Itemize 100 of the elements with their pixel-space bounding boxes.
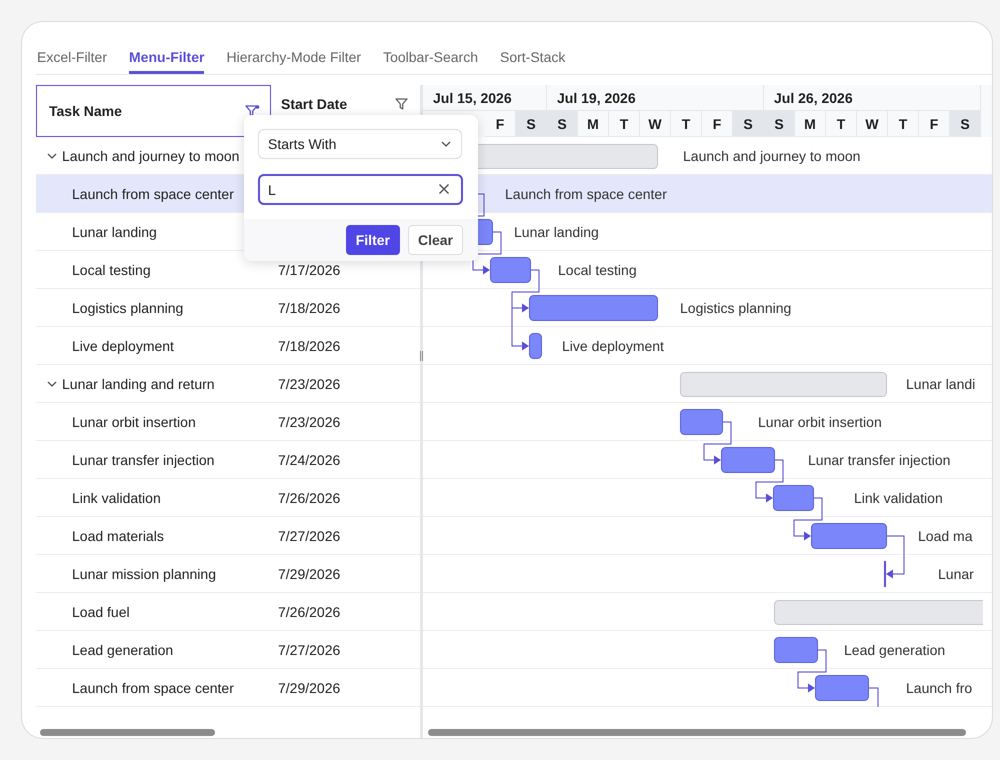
start-date: 7/18/2026 (278, 338, 340, 354)
tab[interactable]: Excel-Filter (37, 22, 108, 74)
day-label: S (774, 116, 784, 132)
day-label: F (712, 116, 722, 132)
tab[interactable]: Menu-Filter (129, 22, 204, 74)
start-date: 7/17/2026 (278, 262, 340, 278)
start-date: 7/24/2026 (278, 452, 340, 468)
task-bar (721, 447, 775, 473)
task-name: Launch from space center (72, 680, 234, 696)
task-bar (529, 333, 542, 359)
tab[interactable]: Hierarchy-Mode Filter (226, 22, 362, 74)
start-date: 7/29/2026 (278, 680, 340, 696)
dependency-connector (704, 422, 732, 464)
dependency-connector (756, 460, 784, 502)
task-name: Load fuel (72, 604, 130, 620)
week-label: Jul 26, 2026 (774, 90, 853, 106)
week-label: Jul 15, 2026 (433, 90, 512, 106)
task-bar (490, 257, 531, 283)
day-label: S (526, 116, 536, 132)
task-row[interactable]: Link validation 7/26/2026 (36, 479, 420, 517)
task-bar-label: Link validation (854, 489, 943, 507)
task-bar (680, 409, 723, 435)
task-row[interactable]: Lunar landing and return 7/23/2026 (36, 365, 420, 403)
day-label: S (743, 116, 753, 132)
start-date: 7/26/2026 (278, 490, 340, 506)
task-name: Load materials (72, 528, 164, 544)
task-name: Lunar landing and return (62, 376, 215, 392)
task-bar-label: Launch from space center (505, 185, 667, 203)
task-bar-label: Local testing (558, 261, 637, 279)
filter-button[interactable]: Filter (346, 225, 400, 255)
splitter-grip-icon (420, 351, 423, 361)
task-bar-label: Lunar (938, 565, 974, 583)
day-label: T (836, 116, 846, 132)
day-label: T (682, 116, 690, 132)
start-date: 7/29/2026 (278, 566, 340, 582)
task-bar (773, 485, 814, 511)
day-label: T (898, 116, 908, 132)
column-header-label: Task Name (49, 103, 122, 119)
start-date: 7/23/2026 (278, 414, 340, 430)
task-row[interactable]: Lunar mission planning 7/29/2026 (36, 555, 420, 593)
task-name: Launch and journey to moon (62, 148, 240, 164)
task-bar (774, 637, 818, 663)
task-bar-label: Lunar landi (906, 375, 976, 393)
column-header-label: Start Date (281, 96, 348, 112)
day-label: F (496, 116, 504, 132)
task-row[interactable]: Lunar orbit insertion 7/23/2026 (36, 403, 420, 441)
task-name: Lunar mission planning (72, 566, 216, 582)
filter-value-input[interactable]: L (258, 174, 463, 205)
dependency-connector (472, 232, 502, 274)
task-row[interactable]: Logistics planning 7/18/2026 (36, 289, 420, 327)
task-name: Launch from space center (72, 186, 234, 202)
dependency-connector (868, 688, 878, 707)
task-row[interactable]: Lunar transfer injection 7/24/2026 (36, 441, 420, 479)
start-date: 7/23/2026 (278, 376, 340, 392)
day-label: F (930, 116, 938, 132)
task-name: Lunar orbit insertion (72, 414, 196, 430)
close-icon[interactable] (438, 183, 450, 195)
task-name: Lunar transfer injection (72, 452, 214, 468)
task-row[interactable]: Load materials 7/27/2026 (36, 517, 420, 555)
filter-icon[interactable] (394, 96, 410, 112)
task-bar-label: Live deployment (562, 337, 664, 355)
task-name: Live deployment (72, 338, 174, 354)
task-name: Local testing (72, 262, 151, 278)
task-bar-label: Lunar orbit insertion (758, 413, 882, 431)
tab[interactable]: Toolbar-Search (383, 22, 478, 74)
dependency-connector (794, 498, 822, 540)
clear-button[interactable]: Clear (408, 225, 463, 255)
start-date: 7/26/2026 (278, 604, 340, 620)
task-bar-label: Launch and journey to moon (683, 147, 860, 165)
start-date: 7/27/2026 (278, 528, 340, 544)
day-label: S (960, 116, 970, 132)
task-bar-label: Lunar landing (514, 223, 599, 241)
dependency-connector (798, 650, 826, 692)
task-name: Lunar landing (72, 224, 157, 240)
operator-dropdown[interactable]: Starts With (258, 129, 462, 159)
tab[interactable]: Sort-Stack (500, 22, 566, 74)
day-label: W (865, 116, 879, 132)
start-date: 7/18/2026 (278, 300, 340, 316)
task-name: Logistics planning (72, 300, 184, 316)
start-date: 7/27/2026 (278, 642, 340, 658)
day-label: T (620, 116, 628, 132)
task-name: Lead generation (72, 642, 174, 658)
day-label: S (557, 116, 567, 132)
scrollbar-thumb[interactable] (40, 729, 215, 736)
task-row[interactable]: Load fuel 7/26/2026 (36, 593, 420, 631)
task-bar-label: Launch fro (906, 679, 972, 697)
task-row[interactable]: Launch from space center 7/29/2026 (36, 669, 420, 707)
milestone-marker (884, 561, 886, 587)
day-label: W (648, 116, 662, 132)
scrollbar-thumb[interactable] (428, 729, 966, 736)
task-bar (815, 675, 869, 701)
task-name: Link validation (72, 490, 161, 506)
task-row[interactable]: Lead generation 7/27/2026 (36, 631, 420, 669)
task-bar-label: Lead generation (844, 641, 946, 659)
day-label: M (587, 116, 599, 132)
task-bar-label: Load ma (918, 527, 972, 545)
column-header[interactable]: Task Name (36, 85, 271, 137)
day-label: M (804, 116, 816, 132)
task-bar-label: Lunar transfer injection (808, 451, 950, 469)
task-row[interactable]: Live deployment 7/18/2026 (36, 327, 420, 365)
